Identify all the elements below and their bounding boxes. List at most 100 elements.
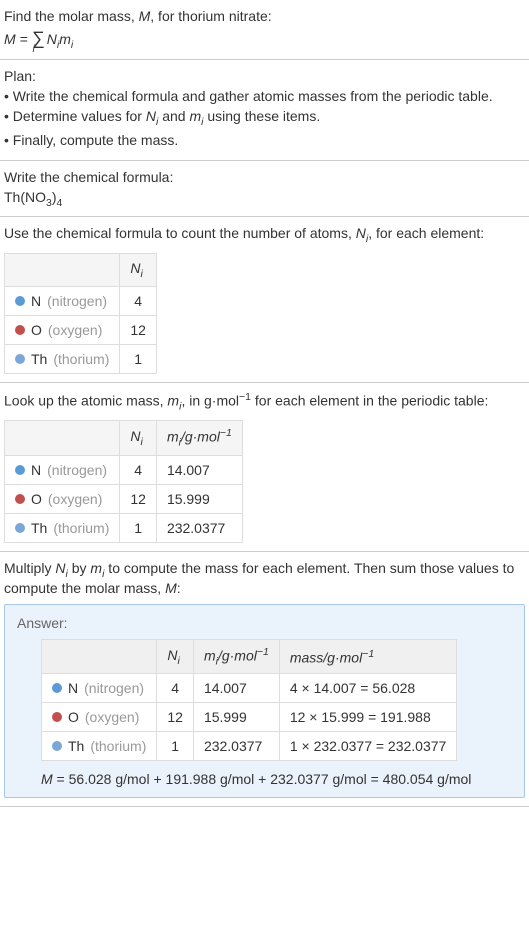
step2-title: Use the chemical formula to count the nu… bbox=[4, 225, 525, 245]
formula-lhs: M bbox=[4, 31, 16, 47]
element-cell: N (nitrogen) bbox=[5, 455, 120, 484]
answer-box: Answer: Ni mi/g·mol−1 mass/g·mol−1 N (ni… bbox=[4, 604, 525, 798]
element-name: (nitrogen) bbox=[47, 293, 107, 309]
step1-title: Write the chemical formula: bbox=[4, 169, 525, 185]
element-symbol: Th bbox=[31, 351, 47, 367]
plan-item-2: • Determine values for Ni and mi using t… bbox=[4, 108, 525, 128]
formula-N: N bbox=[47, 31, 57, 47]
n-value: 12 bbox=[120, 484, 157, 513]
molar-mass-formula: M = ∑iNimi bbox=[4, 28, 525, 51]
table-row: O (oxygen)1215.99912 × 15.999 = 191.988 bbox=[42, 703, 457, 732]
sum-index: i bbox=[32, 44, 34, 55]
plan-section: Plan: • Write the chemical formula and g… bbox=[0, 60, 529, 161]
n-value: 1 bbox=[157, 732, 194, 761]
element-cell: Th (thorium) bbox=[42, 732, 157, 761]
plan-title: Plan: bbox=[4, 68, 525, 84]
element-symbol: Th bbox=[68, 738, 84, 754]
formula-m: m bbox=[59, 31, 71, 47]
atomic-mass-section: Look up the atomic mass, mi, in g·mol−1 … bbox=[0, 383, 529, 552]
element-cell: O (oxygen) bbox=[5, 484, 120, 513]
formula-mi: i bbox=[71, 39, 73, 51]
final-equation: M = 56.028 g/mol + 191.988 g/mol + 232.0… bbox=[41, 771, 512, 787]
intro-suffix: , for thorium nitrate: bbox=[150, 8, 271, 24]
table-row: Th (thorium)1232.03771 × 232.0377 = 232.… bbox=[42, 732, 457, 761]
table-row: Th (thorium)1 bbox=[5, 344, 157, 373]
intro-section: Find the molar mass, M, for thorium nitr… bbox=[0, 0, 529, 60]
atomic-mass-table: Ni mi/g·mol−1 N (nitrogen)414.007O (oxyg… bbox=[4, 420, 243, 542]
ni-header: Ni bbox=[157, 639, 194, 673]
element-cell: N (nitrogen) bbox=[5, 286, 120, 315]
calc-value: 12 × 15.999 = 191.988 bbox=[279, 703, 456, 732]
formula-eq: = bbox=[16, 31, 32, 47]
chemical-formula: Th(NO3)4 bbox=[4, 189, 525, 209]
ni-header: Ni bbox=[120, 421, 157, 455]
element-cell: O (oxygen) bbox=[5, 315, 120, 344]
intro-prefix: Find the molar mass, bbox=[4, 8, 139, 24]
element-name: (nitrogen) bbox=[84, 680, 144, 696]
mi-header: mi/g·mol−1 bbox=[156, 421, 242, 455]
element-dot-icon bbox=[52, 741, 62, 751]
n-value: 12 bbox=[157, 703, 194, 732]
n-value: 4 bbox=[120, 286, 157, 315]
compute-section: Multiply Ni by mi to compute the mass fo… bbox=[0, 552, 529, 807]
m-value: 232.0377 bbox=[156, 513, 242, 542]
n-value: 1 bbox=[120, 513, 157, 542]
element-symbol: N bbox=[31, 462, 41, 478]
empty-header bbox=[5, 254, 120, 287]
element-name: (oxygen) bbox=[85, 709, 139, 725]
element-dot-icon bbox=[15, 296, 25, 306]
mi-header: mi/g·mol−1 bbox=[193, 639, 279, 673]
element-name: (thorium) bbox=[53, 520, 109, 536]
element-cell: Th (thorium) bbox=[5, 344, 120, 373]
n-value: 1 bbox=[120, 344, 157, 373]
element-dot-icon bbox=[52, 683, 62, 693]
table-row: N (nitrogen)4 bbox=[5, 286, 157, 315]
atom-count-table: Ni N (nitrogen)4O (oxygen)12Th (thorium)… bbox=[4, 253, 157, 374]
m-value: 232.0377 bbox=[193, 732, 279, 761]
answer-label: Answer: bbox=[17, 615, 512, 631]
ni-header: Ni bbox=[120, 254, 157, 287]
element-symbol: O bbox=[68, 709, 79, 725]
element-symbol: N bbox=[68, 680, 78, 696]
element-dot-icon bbox=[15, 325, 25, 335]
table-row: Th (thorium)1232.0377 bbox=[5, 513, 243, 542]
n-value: 4 bbox=[157, 674, 194, 703]
answer-table: Ni mi/g·mol−1 mass/g·mol−1 N (nitrogen)4… bbox=[41, 639, 457, 761]
m-value: 15.999 bbox=[156, 484, 242, 513]
element-name: (thorium) bbox=[53, 351, 109, 367]
element-dot-icon bbox=[52, 712, 62, 722]
atom-count-section: Use the chemical formula to count the nu… bbox=[0, 217, 529, 383]
table-row: O (oxygen)12 bbox=[5, 315, 157, 344]
step4-title: Multiply Ni by mi to compute the mass fo… bbox=[4, 560, 525, 596]
chemical-formula-section: Write the chemical formula: Th(NO3)4 bbox=[0, 161, 529, 218]
element-name: (nitrogen) bbox=[47, 462, 107, 478]
element-symbol: O bbox=[31, 322, 42, 338]
mass-header: mass/g·mol−1 bbox=[279, 639, 456, 673]
n-value: 4 bbox=[120, 455, 157, 484]
intro-var: M bbox=[139, 8, 151, 24]
empty-header bbox=[5, 421, 120, 455]
element-name: (oxygen) bbox=[48, 491, 102, 507]
element-dot-icon bbox=[15, 523, 25, 533]
element-cell: Th (thorium) bbox=[5, 513, 120, 542]
element-cell: O (oxygen) bbox=[42, 703, 157, 732]
table-row: N (nitrogen)414.0074 × 14.007 = 56.028 bbox=[42, 674, 457, 703]
element-cell: N (nitrogen) bbox=[42, 674, 157, 703]
table-row: O (oxygen)1215.999 bbox=[5, 484, 243, 513]
table-header-row: Ni bbox=[5, 254, 157, 287]
element-dot-icon bbox=[15, 354, 25, 364]
calc-value: 1 × 232.0377 = 232.0377 bbox=[279, 732, 456, 761]
n-value: 12 bbox=[120, 315, 157, 344]
plan-item-3: • Finally, compute the mass. bbox=[4, 132, 525, 148]
calc-value: 4 × 14.007 = 56.028 bbox=[279, 674, 456, 703]
intro-line: Find the molar mass, M, for thorium nitr… bbox=[4, 8, 525, 24]
table-header-row: Ni mi/g·mol−1 bbox=[5, 421, 243, 455]
element-symbol: N bbox=[31, 293, 41, 309]
element-symbol: Th bbox=[31, 520, 47, 536]
step3-title: Look up the atomic mass, mi, in g·mol−1 … bbox=[4, 391, 525, 412]
element-dot-icon bbox=[15, 465, 25, 475]
m-value: 14.007 bbox=[193, 674, 279, 703]
plan-item-1: • Write the chemical formula and gather … bbox=[4, 88, 525, 104]
element-name: (thorium) bbox=[90, 738, 146, 754]
table-row: N (nitrogen)414.007 bbox=[5, 455, 243, 484]
